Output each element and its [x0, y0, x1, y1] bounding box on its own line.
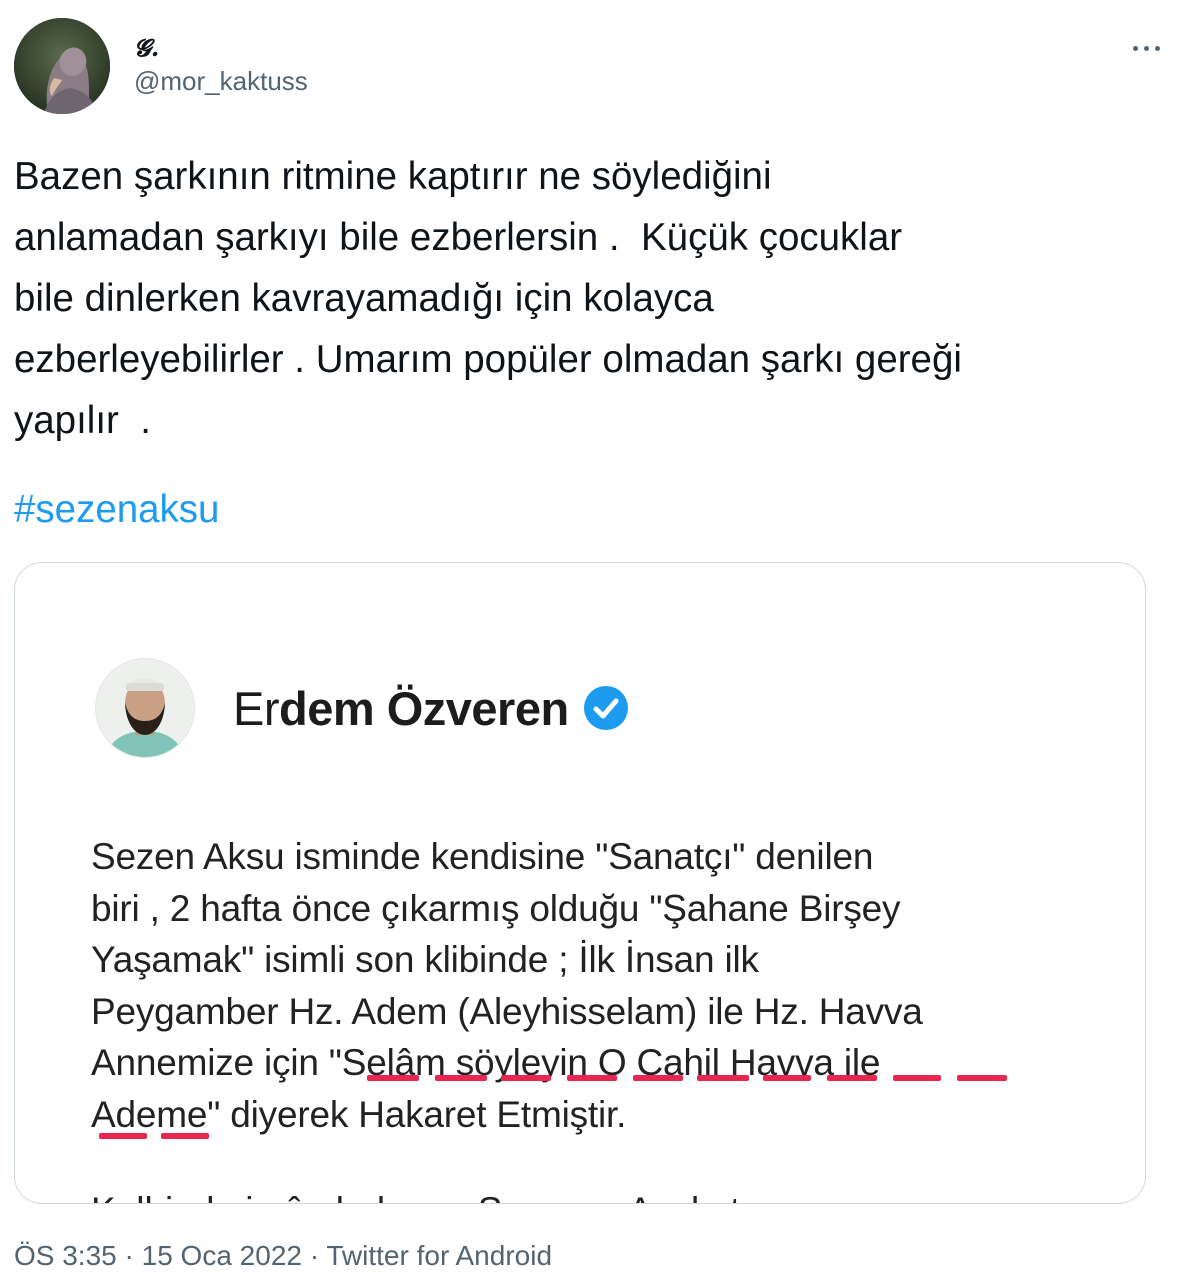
tweet-time[interactable]: ÖS 3:35 [14, 1240, 117, 1271]
person-photo-icon [96, 659, 194, 757]
more-options-icon[interactable] [1126, 36, 1166, 60]
meta-separator: · [309, 1240, 320, 1271]
dot [1132, 45, 1138, 51]
author-avatar[interactable] [14, 18, 110, 114]
embedded-name-part-bold: dem Özveren [279, 682, 569, 735]
hashtag-link[interactable]: #sezenaksu [14, 479, 219, 540]
embedded-body-text: Sezen Aksu isminde kendisine "Sanatçı" d… [91, 836, 923, 1135]
embedded-cut-off-line: Kalbinde imân bulunan Savcı ve Avukat [91, 1185, 740, 1203]
tweet-header: 𝓖. @mor_kaktuss [14, 18, 1166, 114]
tweet-source[interactable]: Twitter for Android [326, 1240, 552, 1271]
author-handle[interactable]: @mor_kaktuss [134, 64, 308, 98]
author-display-name[interactable]: 𝓖. [134, 32, 308, 64]
tweet-media-image[interactable]: Erdem Özveren Sezen Aksu isminde kendisi… [14, 562, 1146, 1204]
meta-separator: · [124, 1240, 134, 1271]
dot [1143, 45, 1149, 51]
embedded-author-name: Erdem Özveren [233, 681, 629, 737]
dot [1154, 45, 1160, 51]
verified-badge-icon [583, 686, 628, 730]
profile-photo-icon [14, 18, 110, 114]
embedded-name-part-light: Er [233, 682, 280, 735]
tweet-date[interactable]: 15 Oca 2022 [142, 1240, 302, 1271]
tweet-text: Bazen şarkının ritmine kaptırır ne söyle… [14, 155, 962, 442]
embedded-screenshot: Erdem Özveren Sezen Aksu isminde kendisi… [15, 563, 1145, 1203]
tweet-metadata: ÖS 3:35 · 15 Oca 2022 · Twitter for Andr… [14, 1236, 552, 1276]
embedded-avatar [95, 658, 195, 758]
